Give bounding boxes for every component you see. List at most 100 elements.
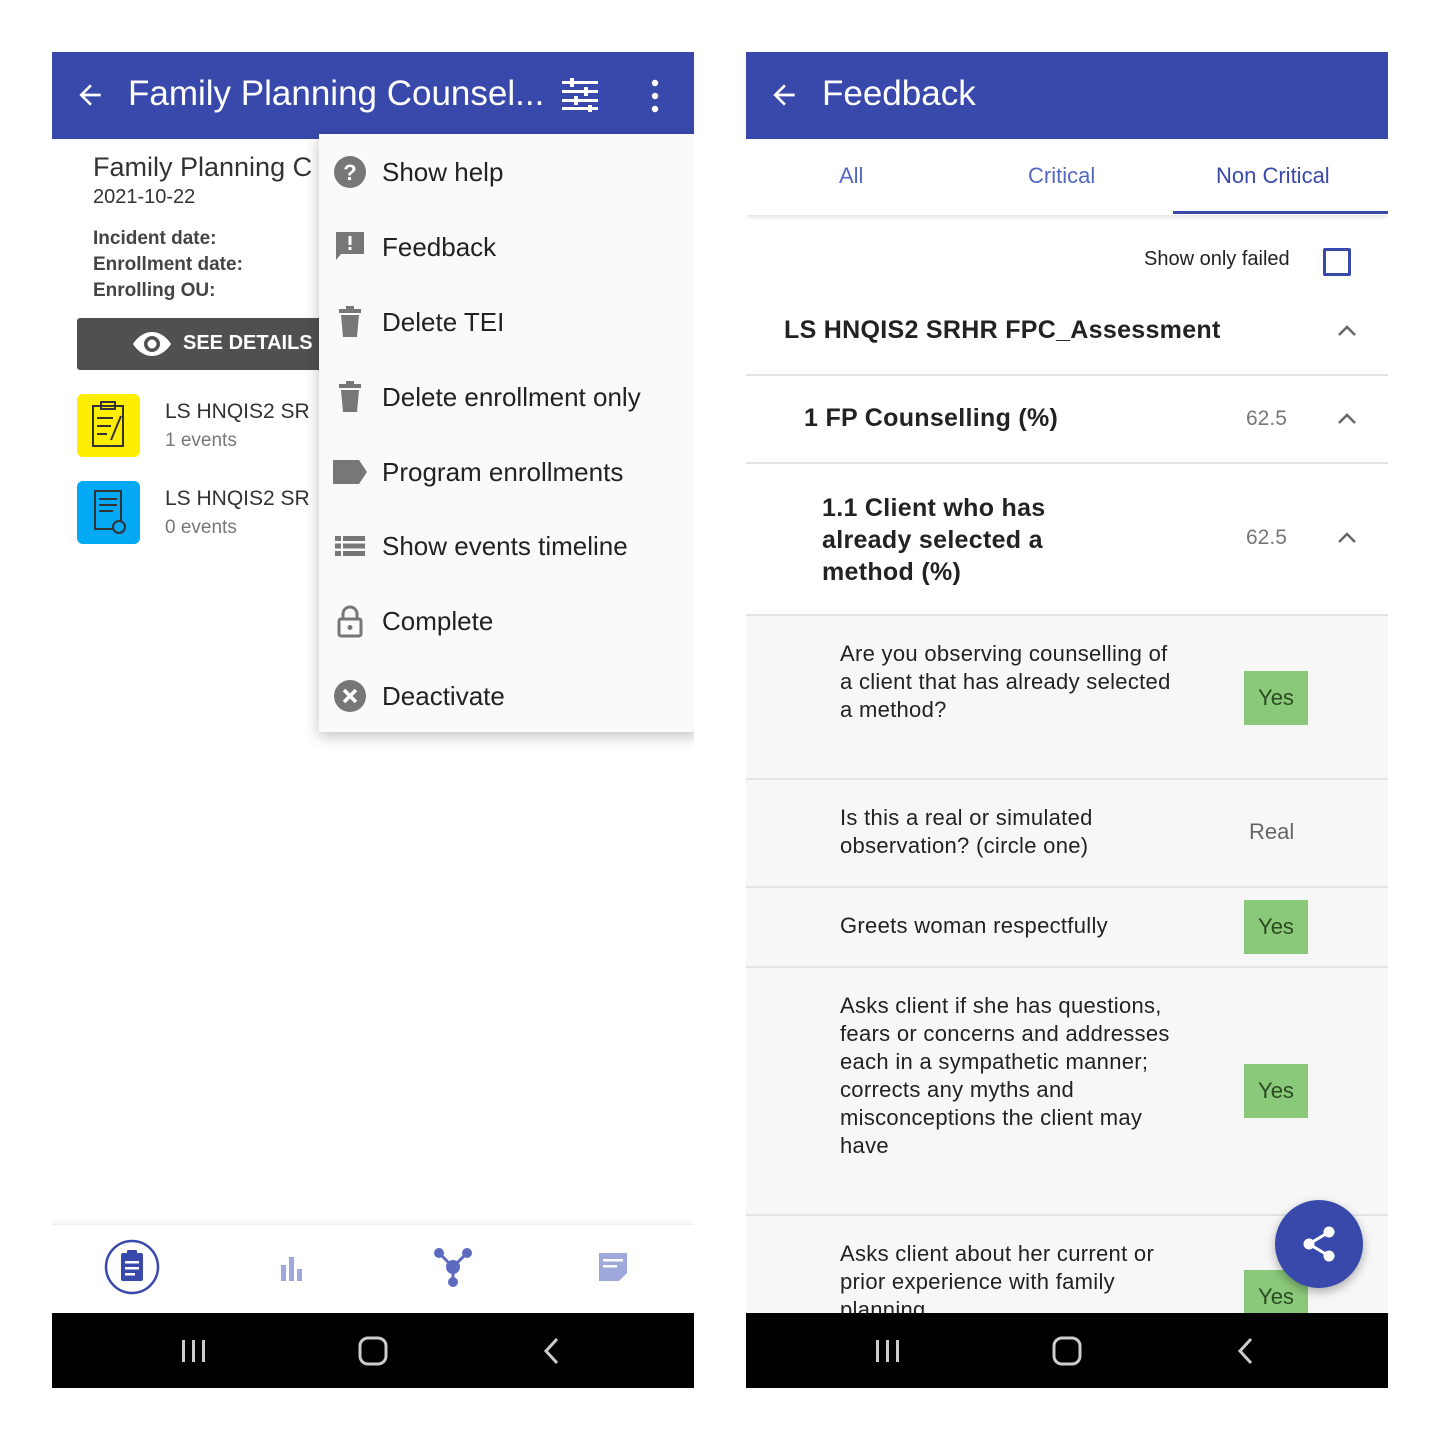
subsection-row[interactable]: 1 FP Counselling (%) 62.5 [746,376,1388,464]
arrow-left-icon[interactable] [74,77,106,113]
stage-events-count: 1 events [165,430,237,451]
recent-apps-icon[interactable] [178,1335,210,1367]
subsubsection-row[interactable]: 1.1 Client who has already selected a me… [746,464,1388,616]
cancel-circle-icon [334,680,366,712]
menu-item-delete-tei[interactable]: Delete TEI [319,288,694,354]
menu-item-delete-enrollment[interactable]: Delete enrollment only [319,363,694,429]
clipboard-icon[interactable] [104,1239,160,1295]
enrollment-date-label: Enrollment date: [93,254,243,275]
subsection-title: 1 FP Counselling (%) [804,404,1059,432]
menu-item-label: Delete TEI [382,307,505,337]
menu-item-complete[interactable]: Complete [319,587,694,653]
share-button[interactable] [1275,1200,1363,1288]
system-nav-bar [746,1313,1388,1388]
home-icon[interactable] [1051,1335,1083,1367]
recent-apps-icon[interactable] [872,1335,904,1367]
stage-name: LS HNQIS2 SR [165,400,310,423]
app-bar: Feedback [746,52,1388,139]
show-only-failed-checkbox[interactable] [1323,248,1351,276]
chevron-up-icon [1338,532,1356,543]
enrollment-date: 2021-10-22 [93,186,196,208]
overflow-menu: ? Show help Feedback Delete TEI Delete e… [319,134,694,732]
list-icon [335,536,365,556]
stage-name: LS HNQIS2 SR [165,487,310,510]
trash-icon [339,306,361,337]
eye-icon [133,332,171,356]
tab-all[interactable]: All [839,163,863,189]
left-screen: Family Planning Counsel... Family Planni… [52,52,694,1388]
document-icon [94,490,126,534]
answer-badge: Yes [1244,1064,1308,1118]
chevron-up-icon [1338,325,1356,336]
checklist-icon [92,401,124,447]
menu-item-label: Program enrollments [382,457,624,487]
menu-item-label: Deactivate [382,681,505,711]
page-title: Family Planning Counsel... [128,74,545,113]
title-line: method (%) [822,558,962,586]
question-text: Greets woman respectfully [840,913,1108,938]
system-nav-bar [52,1313,694,1388]
see-details-label: SEE DETAILS [183,332,313,354]
stage-events-count: 0 events [165,517,237,538]
relationships-icon[interactable] [425,1239,481,1295]
back-icon[interactable] [1231,1335,1263,1367]
menu-item-label: Complete [382,606,494,636]
menu-item-feedback[interactable]: Feedback [319,213,694,279]
question-text: Is this a real or simulated observation?… [840,805,1093,858]
trash-icon [339,381,361,412]
incident-date-label: Incident date: [93,228,217,249]
question-text: Asks client if she has questions, fears … [840,993,1170,1158]
tab-critical[interactable]: Critical [1028,163,1095,189]
question-text: Asks client about her current or prior e… [840,1241,1155,1322]
right-screen: Feedback All Critical Non Critical Show … [746,52,1388,1388]
show-only-failed-label: Show only failed [1144,248,1290,270]
tab-non-critical[interactable]: Non Critical [1216,163,1330,189]
stage-icon [77,481,140,544]
question-row: Are you observing counselling of a clien… [746,616,1388,780]
label-icon [333,460,367,484]
home-icon[interactable] [357,1335,389,1367]
menu-item-label: Feedback [382,232,497,262]
question-row: Greets woman respectfully Yes [746,888,1388,968]
feedback-icon [336,232,364,260]
tab-indicator [1173,211,1388,214]
subsubsection-score: 62.5 [1246,526,1287,549]
title-line: 1.1 Client who has [822,494,1046,522]
back-icon[interactable] [537,1335,569,1367]
question-row: Is this a real or simulated observation?… [746,780,1388,888]
share-icon [1303,1226,1335,1262]
menu-item-label: Delete enrollment only [382,382,641,412]
question-row: Asks client if she has questions, fears … [746,968,1388,1216]
subsubsection-title: 1.1 Client who has already selected a me… [822,492,1046,588]
title-line: already selected a [822,526,1043,554]
question-text: Are you observing counselling of a clien… [840,641,1171,722]
enrollment-name: Family Planning C [93,152,313,182]
section-title: LS HNQIS2 SRHR FPC_Assessment [784,316,1221,344]
answer-value: Real [1249,819,1295,844]
enrolling-ou-label: Enrolling OU: [93,280,216,301]
svg-text:?: ? [343,160,356,185]
menu-item-deactivate[interactable]: Deactivate [319,662,694,728]
answer-badge: Yes [1244,671,1308,725]
menu-item-label: Show events timeline [382,531,628,561]
menu-item-events-timeline[interactable]: Show events timeline [319,512,694,578]
page-title: Feedback [822,74,976,113]
notes-icon[interactable] [585,1239,641,1295]
menu-item-show-help[interactable]: ? Show help [319,138,694,204]
help-circle-icon: ? [334,156,366,188]
chevron-up-icon [1338,413,1356,424]
app-bar: Family Planning Counsel... [52,52,694,139]
more-vert-icon[interactable] [647,78,663,114]
filter-icon[interactable] [560,78,600,112]
section-row[interactable]: LS HNQIS2 SRHR FPC_Assessment [746,288,1388,376]
subsection-score: 62.5 [1246,407,1287,430]
arrow-left-icon[interactable] [768,77,800,113]
bottom-navigation [52,1224,694,1314]
menu-item-label: Show help [382,157,504,187]
menu-item-program-enrollments[interactable]: Program enrollments [319,438,694,504]
lock-icon [337,605,363,638]
stage-icon [77,394,140,457]
tab-bar: All Critical Non Critical [746,139,1388,215]
bar-chart-icon[interactable] [264,1239,320,1295]
answer-badge: Yes [1244,900,1308,954]
